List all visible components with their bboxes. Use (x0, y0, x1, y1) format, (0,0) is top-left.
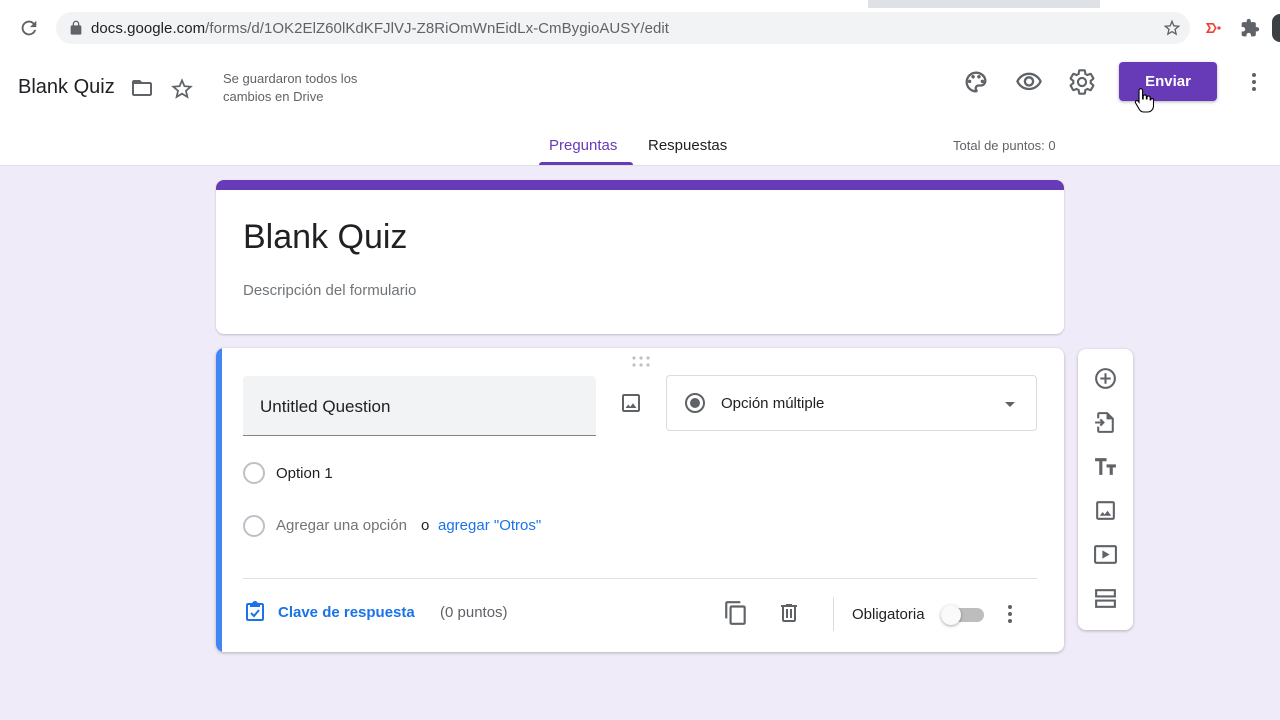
duplicate-icon[interactable] (723, 600, 749, 626)
url-text[interactable]: docs.google.com/forms/d/1OK2ElZ60lKdKFJl… (91, 20, 669, 37)
footer-vertical-divider (833, 597, 834, 631)
extensions-puzzle-icon[interactable] (1240, 18, 1260, 38)
tab-responses[interactable]: Respuestas (648, 137, 727, 154)
add-question-icon[interactable] (1093, 366, 1118, 391)
hand-cursor-icon (1134, 88, 1154, 113)
form-title-card[interactable]: Blank Quiz Descripción del formulario (216, 180, 1064, 334)
toggle-knob (941, 605, 961, 625)
address-bar[interactable]: docs.google.com/forms/d/1OK2ElZ60lKdKFJl… (56, 12, 1190, 44)
add-option-radio (243, 515, 265, 537)
add-title-icon[interactable] (1093, 454, 1118, 479)
import-questions-icon[interactable] (1093, 410, 1118, 435)
extension-icon[interactable] (1204, 18, 1224, 38)
url-path: /forms/d/1OK2ElZ60lKdKFJlVJ-Z8RiOmWnEidL… (205, 20, 670, 37)
radio-button-checked-icon (685, 393, 705, 413)
more-vert-icon[interactable] (1242, 68, 1266, 96)
tab-questions[interactable]: Preguntas (549, 137, 617, 154)
or-text: o (421, 517, 430, 534)
save-status: Se guardaron todos los cambios en Drive (223, 71, 358, 104)
add-option-link[interactable]: Agregar una opción (276, 517, 407, 534)
folder-icon[interactable] (129, 76, 155, 100)
form-description-field[interactable]: Descripción del formulario (243, 282, 416, 299)
forms-header: Blank Quiz Se guardaron todos los cambio… (0, 48, 1280, 166)
browser-toolbar: docs.google.com/forms/d/1OK2ElZ60lKdKFJl… (0, 0, 1280, 48)
total-points: Total de puntos: 0 (953, 138, 1056, 153)
lock-icon[interactable] (68, 20, 84, 36)
active-tab-indicator (539, 162, 633, 165)
url-host: docs.google.com (91, 20, 206, 37)
option-radio (243, 462, 265, 484)
bookmark-star-icon[interactable] (1162, 18, 1182, 38)
answer-key-button[interactable]: Clave de respuesta (278, 604, 415, 621)
delete-icon[interactable] (777, 600, 801, 626)
active-question-indicator (216, 348, 222, 652)
add-image-icon[interactable] (619, 391, 643, 415)
question-more-vert-icon[interactable] (998, 602, 1022, 626)
question-type-dropdown[interactable]: Opción múltiple (666, 375, 1037, 431)
drag-handle-icon[interactable] (631, 356, 651, 368)
answer-key-icon[interactable] (243, 600, 267, 624)
add-other-link[interactable]: agregar "Otros" (438, 517, 541, 534)
tab-edge[interactable] (1100, 0, 1280, 8)
arrow-drop-down-icon (1005, 402, 1015, 407)
required-toggle[interactable] (941, 605, 984, 625)
add-image-icon[interactable] (1093, 498, 1118, 523)
form-title[interactable]: Blank Quiz (243, 218, 407, 257)
tab-strip (0, 0, 1280, 8)
floating-toolbar (1078, 349, 1133, 630)
question-points: (0 puntos) (440, 604, 508, 621)
star-icon[interactable] (169, 76, 195, 102)
active-tab-edge[interactable] (0, 0, 868, 8)
palette-icon[interactable] (962, 68, 990, 96)
add-video-icon[interactable] (1093, 542, 1118, 567)
footer-divider (243, 578, 1037, 579)
reload-icon[interactable] (18, 17, 40, 39)
question-title-text: Untitled Question (260, 397, 391, 416)
question-card[interactable]: Untitled Question Opción múltiple Option… (216, 348, 1064, 652)
option-1-input[interactable]: Option 1 (276, 465, 333, 482)
question-type-label: Opción múltiple (721, 395, 825, 412)
add-section-icon[interactable] (1093, 586, 1118, 611)
document-title[interactable]: Blank Quiz (18, 76, 115, 99)
profile-avatar[interactable] (1272, 14, 1280, 42)
theme-accent-bar (216, 180, 1064, 190)
settings-gear-icon[interactable] (1068, 68, 1096, 96)
question-title-input[interactable]: Untitled Question (243, 376, 596, 436)
preview-eye-icon[interactable] (1015, 68, 1043, 96)
required-label: Obligatoria (852, 606, 925, 623)
